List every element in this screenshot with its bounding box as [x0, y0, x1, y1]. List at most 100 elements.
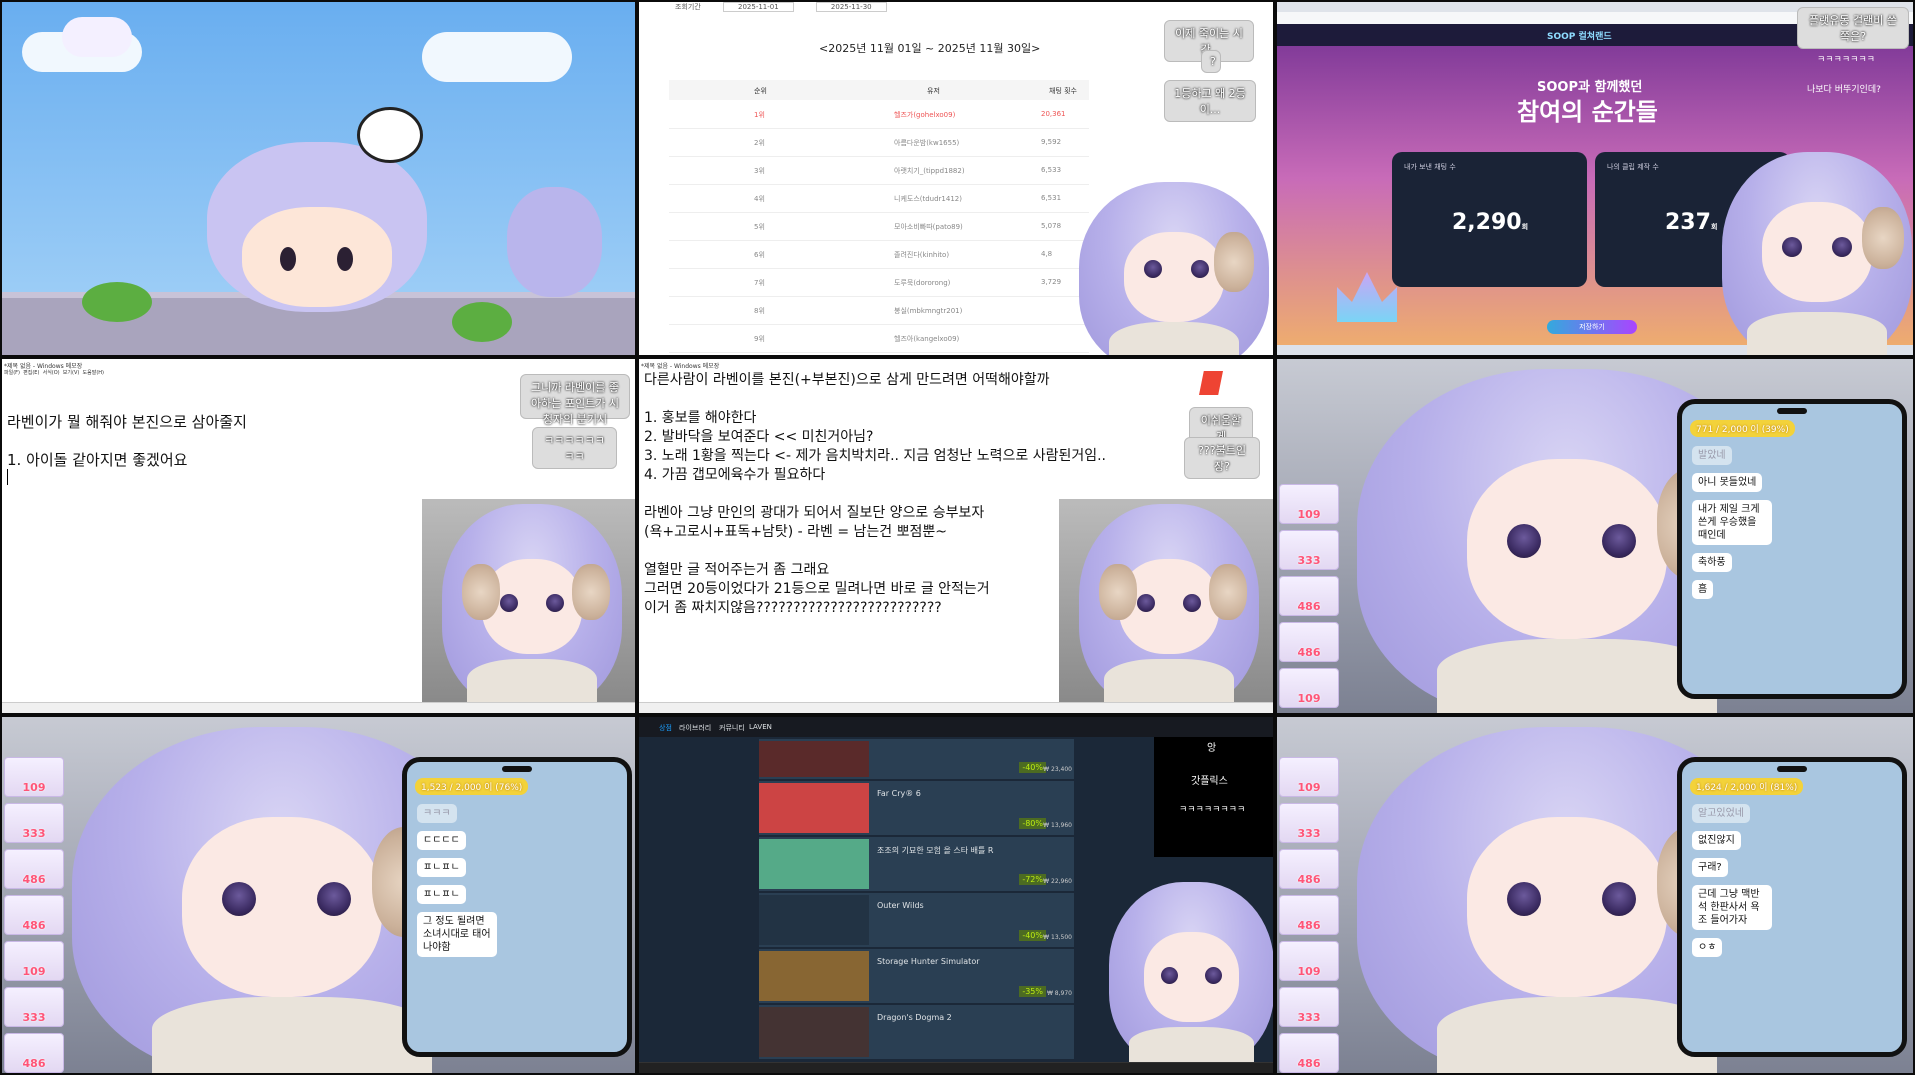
stat-label: 나의 클립 제작 수 — [1607, 163, 1659, 171]
panel-closeup-3: 109 333 486 486 109 333 486 1,624 / 2,000 이 (8… — [1275, 715, 1915, 1075]
nav-item[interactable]: 커뮤니티 — [719, 723, 745, 733]
game-item[interactable]: Storage Hunter Simulator -35% ₩ 8,970 — [759, 949, 1074, 1004]
donation-card: 109 — [1279, 757, 1339, 797]
cell-rank: 7위 — [754, 279, 765, 287]
donation-amount: 333 — [22, 827, 46, 840]
chat-bubble: 그니까 라벤이를 좋아하는 포인트가 시청자의 분기시 — [520, 374, 630, 426]
donation-card: 486 — [4, 1033, 64, 1073]
ranking-table: 순위 유저 채팅 횟수 1위 헬즈가(gohelxo09) 20,361 2위 아름다운… — [669, 80, 1089, 353]
cell-count: 6,531 — [1041, 194, 1062, 202]
note-line: 2. 발바닥을 보여준다 << 미친거아님? — [644, 429, 874, 445]
vtuber-avatar — [1079, 504, 1259, 709]
panel-notepad-2: *제목 없음 - Windows 메모장 다른사람이 라벤이를 본진(+부본진)… — [637, 357, 1275, 715]
game-thumb — [759, 741, 869, 777]
recap-headline: 참여의 순간들 — [1517, 98, 1658, 126]
donation-card: 486 — [1279, 849, 1339, 889]
cell-count: 20,361 — [1041, 110, 1066, 118]
donation-amount: 109 — [1297, 692, 1321, 705]
table-header: 순위 유저 채팅 횟수 — [669, 80, 1089, 100]
goal-progress: 1,523 / 2,000 이 (76%) — [415, 778, 529, 795]
donation-card: 486 — [1279, 895, 1339, 935]
discount-badge: -72% — [1019, 874, 1046, 885]
chat-bubble: 1등하고 왜 2등이... — [1164, 80, 1256, 122]
chat-bubble: ㅋㅋㅋㅋㅋㅋㅋㅋ — [532, 427, 617, 469]
game-name: 조조의 기묘한 모험 올 스타 배틀 R — [877, 846, 994, 855]
date-from-input[interactable]: 2025-11-01 — [723, 2, 794, 12]
donation-card: 109 — [1279, 484, 1339, 524]
game-item[interactable]: Outer Wilds -40% ₩ 13,500 — [759, 893, 1074, 948]
donation-amount: 109 — [1297, 781, 1321, 794]
cell-rank: 5위 — [754, 223, 765, 231]
game-item[interactable]: Far Cry® 6 -80% ₩ 13,960 — [759, 781, 1074, 836]
cell-user: 도루묵(dororong) — [894, 279, 951, 287]
game-item[interactable]: -40% ₩ 23,400 — [759, 739, 1074, 780]
text-cursor — [7, 469, 8, 485]
nav-item[interactable]: LAVEN — [749, 723, 772, 731]
chat-bubble: ???불트인장? — [1184, 437, 1260, 479]
save-button[interactable]: 저장하기 — [1547, 320, 1637, 334]
game-item[interactable]: 조조의 기묘한 모험 올 스타 배틀 R -72% ₩ 22,960 — [759, 837, 1074, 892]
donation-column: 109 333 486 486 109 — [1277, 484, 1339, 713]
donation-amount: 486 — [1297, 646, 1321, 659]
col-rank: 순위 — [754, 87, 767, 95]
chat-bubble: 플랫유동 걸랜비 쓴 쪽은? — [1797, 7, 1909, 49]
vine — [82, 282, 152, 322]
cell-rank: 1위 — [754, 111, 765, 119]
table-row: 3위 아랫치기_(tippd1882) 6,533 — [669, 156, 1089, 185]
chat-text: ㅋㅋㅋㅋㅋㅋㅋ — [1817, 55, 1875, 65]
phone-message: 축하풍 — [1692, 553, 1732, 572]
window-titlebar: *제목 없음 - Windows 메모장 — [641, 363, 720, 370]
price: ₩ 22,960 — [1043, 878, 1072, 885]
cell-count: 3,729 — [1041, 278, 1062, 286]
cell-rank: 6위 — [754, 251, 765, 259]
game-thumb — [759, 1007, 869, 1057]
donation-amount: 486 — [22, 873, 46, 886]
crown-icon — [1337, 272, 1397, 322]
game-thumb — [759, 783, 869, 833]
cartoon-eye — [280, 247, 296, 271]
game-item[interactable]: Dragon's Dogma 2 — [759, 1005, 1074, 1060]
chat-text: 앙 — [1207, 743, 1217, 754]
cloud — [422, 32, 572, 82]
donation-amount: 486 — [22, 919, 46, 932]
donation-card: 486 — [4, 895, 64, 935]
panel-steam: 상점 라이브러리 커뮤니티 LAVEN -40% ₩ 23,400 Far Cr… — [637, 715, 1275, 1075]
stat-value: 2,290회 — [1452, 210, 1529, 235]
donation-amount: 486 — [1297, 1057, 1321, 1070]
taskbar — [639, 702, 1273, 713]
donation-amount: 486 — [1297, 919, 1321, 932]
donation-card: 486 — [4, 849, 64, 889]
price: ₩ 13,500 — [1043, 934, 1072, 941]
ranking-title: <2025년 11월 01일 ~ 2025년 11월 30일> — [819, 42, 1041, 55]
steam-nav: 상점 라이브러리 커뮤니티 LAVEN — [639, 717, 1273, 737]
phone-message: 발았네 — [1692, 446, 1732, 465]
vine — [452, 302, 512, 342]
donation-card: 333 — [1279, 530, 1339, 570]
filter-label: 조회기간 — [675, 3, 701, 11]
phone-message: 내가 제일 크게 쓴게 우승했을 때인데 — [1692, 500, 1772, 545]
cell-user: 모아소비빠따(pato89) — [894, 223, 963, 231]
vtuber-avatar — [1079, 182, 1269, 355]
nav-item[interactable]: 상점 — [659, 723, 672, 733]
donation-amount: 333 — [1297, 554, 1321, 567]
discount-badge: -80% — [1019, 818, 1046, 829]
donation-card: 333 — [1279, 987, 1339, 1027]
donation-amount: 486 — [22, 1057, 46, 1070]
note-line: 1. 아이돌 같아지면 좋겠어요 — [7, 451, 188, 469]
overlay-black — [1154, 737, 1273, 857]
donation-column: 109 333 486 486 109 333 486 — [1277, 757, 1339, 1073]
cell-rank: 4위 — [754, 195, 765, 203]
table-row: 7위 도루묵(dororong) 3,729 — [669, 268, 1089, 297]
cell-count: 5,078 — [1041, 222, 1062, 230]
nav-item[interactable]: 라이브러리 — [679, 723, 711, 733]
donation-amount: 109 — [1297, 508, 1321, 521]
cell-user: 아름다운밤(kw1655) — [894, 139, 960, 147]
phone-widget: 1,523 / 2,000 이 (76%) ㅋㅋㅋ ㄷㄷㄷㄷ ㅍㄴㅍㄴ ㅍㄴㅍㄴ 그 정도… — [402, 757, 632, 1057]
cell-rank: 8위 — [754, 307, 765, 315]
date-to-input[interactable]: 2025-11-30 — [815, 2, 887, 12]
taskbar — [639, 1062, 1273, 1073]
cell-count: 6,533 — [1041, 166, 1062, 174]
phone-message: ㅋㅋㅋ — [417, 804, 457, 823]
cartoon-cat — [507, 187, 602, 297]
cell-user: 아랫치기_(tippd1882) — [894, 167, 965, 175]
